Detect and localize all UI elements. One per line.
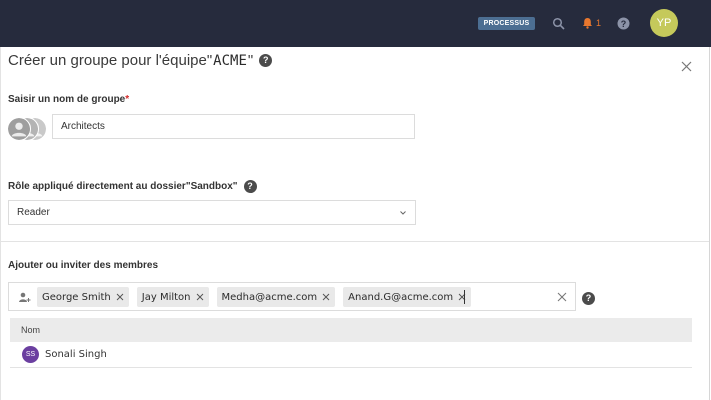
member-chip[interactable]: Jay Milton <box>136 287 209 307</box>
members-input[interactable]: George Smith Jay Milton Medha@acme.com A… <box>8 282 576 311</box>
clear-icon[interactable] <box>557 292 567 302</box>
member-chip[interactable]: George Smith <box>37 287 129 307</box>
members-label: Ajouter ou inviter des membres <box>8 260 159 271</box>
member-chip-label: Anand.G@acme.com <box>348 291 454 303</box>
remove-chip-icon[interactable] <box>322 293 330 301</box>
remove-chip-icon[interactable] <box>116 293 124 301</box>
member-chip-list: George Smith Jay Milton Medha@acme.com A… <box>37 287 472 307</box>
svg-text:?: ? <box>621 19 627 29</box>
dialog-title-open-quote: " <box>206 52 213 69</box>
help-icon[interactable]: ? <box>259 54 273 67</box>
top-navigation-bar: PROCESSUS 1 ? YP <box>0 0 711 47</box>
member-chip[interactable]: Anand.G@acme.com <box>343 287 472 307</box>
notification-count: 1 <box>596 18 602 28</box>
processus-badge[interactable]: PROCESSUS <box>478 17 535 30</box>
required-marker: * <box>125 94 130 105</box>
group-name-label-text: Saisir un nom de groupe <box>8 94 126 105</box>
group-name-label: Saisir un nom de groupe* <box>8 94 129 105</box>
bell-icon <box>583 18 592 29</box>
close-icon[interactable] <box>680 60 693 73</box>
help-icon[interactable]: ? <box>243 180 257 193</box>
dialog-title-close-quote: " <box>247 52 254 69</box>
section-divider <box>1 241 709 242</box>
table-header-name: Nom <box>10 318 692 342</box>
member-avatar: SS <box>22 346 39 363</box>
role-select[interactable]: Reader <box>8 200 416 225</box>
person-icon <box>7 117 31 141</box>
role-label: Rôle appliqué directement au dossier"San… <box>8 181 238 192</box>
member-chip-label: Jay Milton <box>141 291 191 303</box>
member-chip-label: Medha@acme.com <box>221 291 318 303</box>
table-row[interactable]: SS Sonali Singh <box>10 342 692 368</box>
remove-chip-icon[interactable] <box>196 293 204 301</box>
user-avatar[interactable]: YP <box>650 9 678 37</box>
group-name-input[interactable]: Architects <box>52 114 415 139</box>
role-label-row: Rôle appliqué directement au dossier"San… <box>8 180 257 193</box>
member-chip[interactable]: Medha@acme.com <box>216 287 336 307</box>
help-icon[interactable]: ? <box>617 17 630 30</box>
member-chip-label: George Smith <box>42 291 111 303</box>
chevron-down-icon <box>400 211 406 215</box>
search-icon[interactable] <box>552 17 565 30</box>
role-select-value: Reader <box>17 207 50 218</box>
member-name: Sonali Singh <box>45 349 107 360</box>
person-icon <box>19 292 31 302</box>
group-avatar-stack <box>7 117 47 141</box>
dialog-title-prefix: Créer un groupe pour l'équipe <box>8 52 207 69</box>
notifications-button[interactable]: 1 <box>582 16 601 30</box>
dialog-title-team-name: ACME <box>213 52 247 69</box>
help-icon[interactable]: ? <box>582 292 595 305</box>
text-caret <box>464 290 465 304</box>
dialog-title: Créer un groupe pour l'équipe " ACME " ? <box>8 52 273 69</box>
